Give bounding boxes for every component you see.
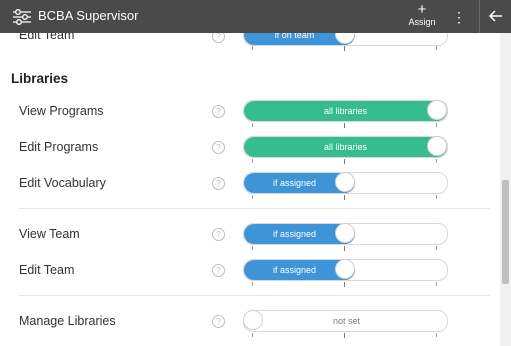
slider-ticks	[243, 195, 448, 200]
slider-value: all libraries	[323, 142, 367, 152]
toolbar-divider	[479, 0, 480, 33]
edit-team-label: Edit Team	[19, 263, 75, 277]
help-icon[interactable]: ?	[212, 264, 225, 277]
view-team-slider[interactable]: if assigned	[243, 223, 448, 245]
edit-vocabulary-label: Edit Vocabulary	[19, 176, 106, 190]
help-icon[interactable]: ?	[212, 33, 225, 43]
view-team-label: View Team	[19, 227, 80, 241]
app-toolbar: BCBA Supervisor + Assign ⋮	[0, 0, 511, 33]
section-divider	[19, 208, 490, 209]
manage-libraries-label: Manage Libraries	[19, 314, 116, 328]
slider-handle[interactable]	[243, 310, 263, 330]
plus-icon: +	[417, 1, 427, 18]
scrollbar-thumb[interactable]	[502, 180, 509, 284]
more-options-icon[interactable]: ⋮	[452, 8, 466, 26]
edit-team-top-label: Edit Team	[19, 33, 75, 42]
edit-programs-label: Edit Programs	[19, 140, 99, 154]
slider-handle[interactable]	[335, 259, 355, 279]
sliders-icon	[12, 8, 32, 26]
slider-ticks	[243, 46, 448, 51]
section-title-libraries: Libraries	[11, 71, 69, 86]
slider-ticks	[243, 333, 448, 338]
edit-programs-slider[interactable]: all libraries	[243, 136, 448, 158]
edit-team-slider[interactable]: if assigned	[243, 259, 448, 281]
slider-handle[interactable]	[335, 223, 355, 243]
slider-value: if on team	[274, 33, 315, 40]
slider-value: if assigned	[272, 265, 317, 275]
slider-value: if assigned	[272, 229, 317, 239]
edit-vocabulary-slider[interactable]: if assigned	[243, 172, 448, 194]
help-icon[interactable]: ?	[212, 315, 225, 328]
slider-handle[interactable]	[427, 100, 447, 120]
slider-ticks	[243, 123, 448, 128]
slider-ticks	[243, 246, 448, 251]
assign-label: Assign	[408, 17, 436, 27]
view-programs-label: View Programs	[19, 104, 104, 118]
help-icon[interactable]: ?	[212, 228, 225, 241]
slider-ticks	[243, 159, 448, 164]
arrow-left-icon[interactable]	[487, 7, 505, 25]
slider-handle[interactable]	[427, 136, 447, 156]
slider-value: if assigned	[272, 178, 317, 188]
slider-handle[interactable]	[335, 172, 355, 192]
help-icon[interactable]: ?	[212, 177, 225, 190]
edit-team-top-slider[interactable]: if on team	[243, 33, 448, 46]
slider-ticks	[243, 282, 448, 287]
manage-libraries-slider[interactable]: not set	[243, 310, 448, 332]
view-programs-slider[interactable]: all libraries	[243, 100, 448, 122]
section-divider	[19, 295, 490, 296]
page-title: BCBA Supervisor	[38, 8, 139, 23]
help-icon[interactable]: ?	[212, 141, 225, 154]
slider-value: not set	[332, 316, 361, 326]
slider-value: all libraries	[323, 106, 367, 116]
help-icon[interactable]: ?	[212, 105, 225, 118]
permissions-panel: Edit Team ? if on team Libraries View Pr…	[0, 33, 500, 346]
assign-button[interactable]: + Assign	[404, 1, 440, 31]
